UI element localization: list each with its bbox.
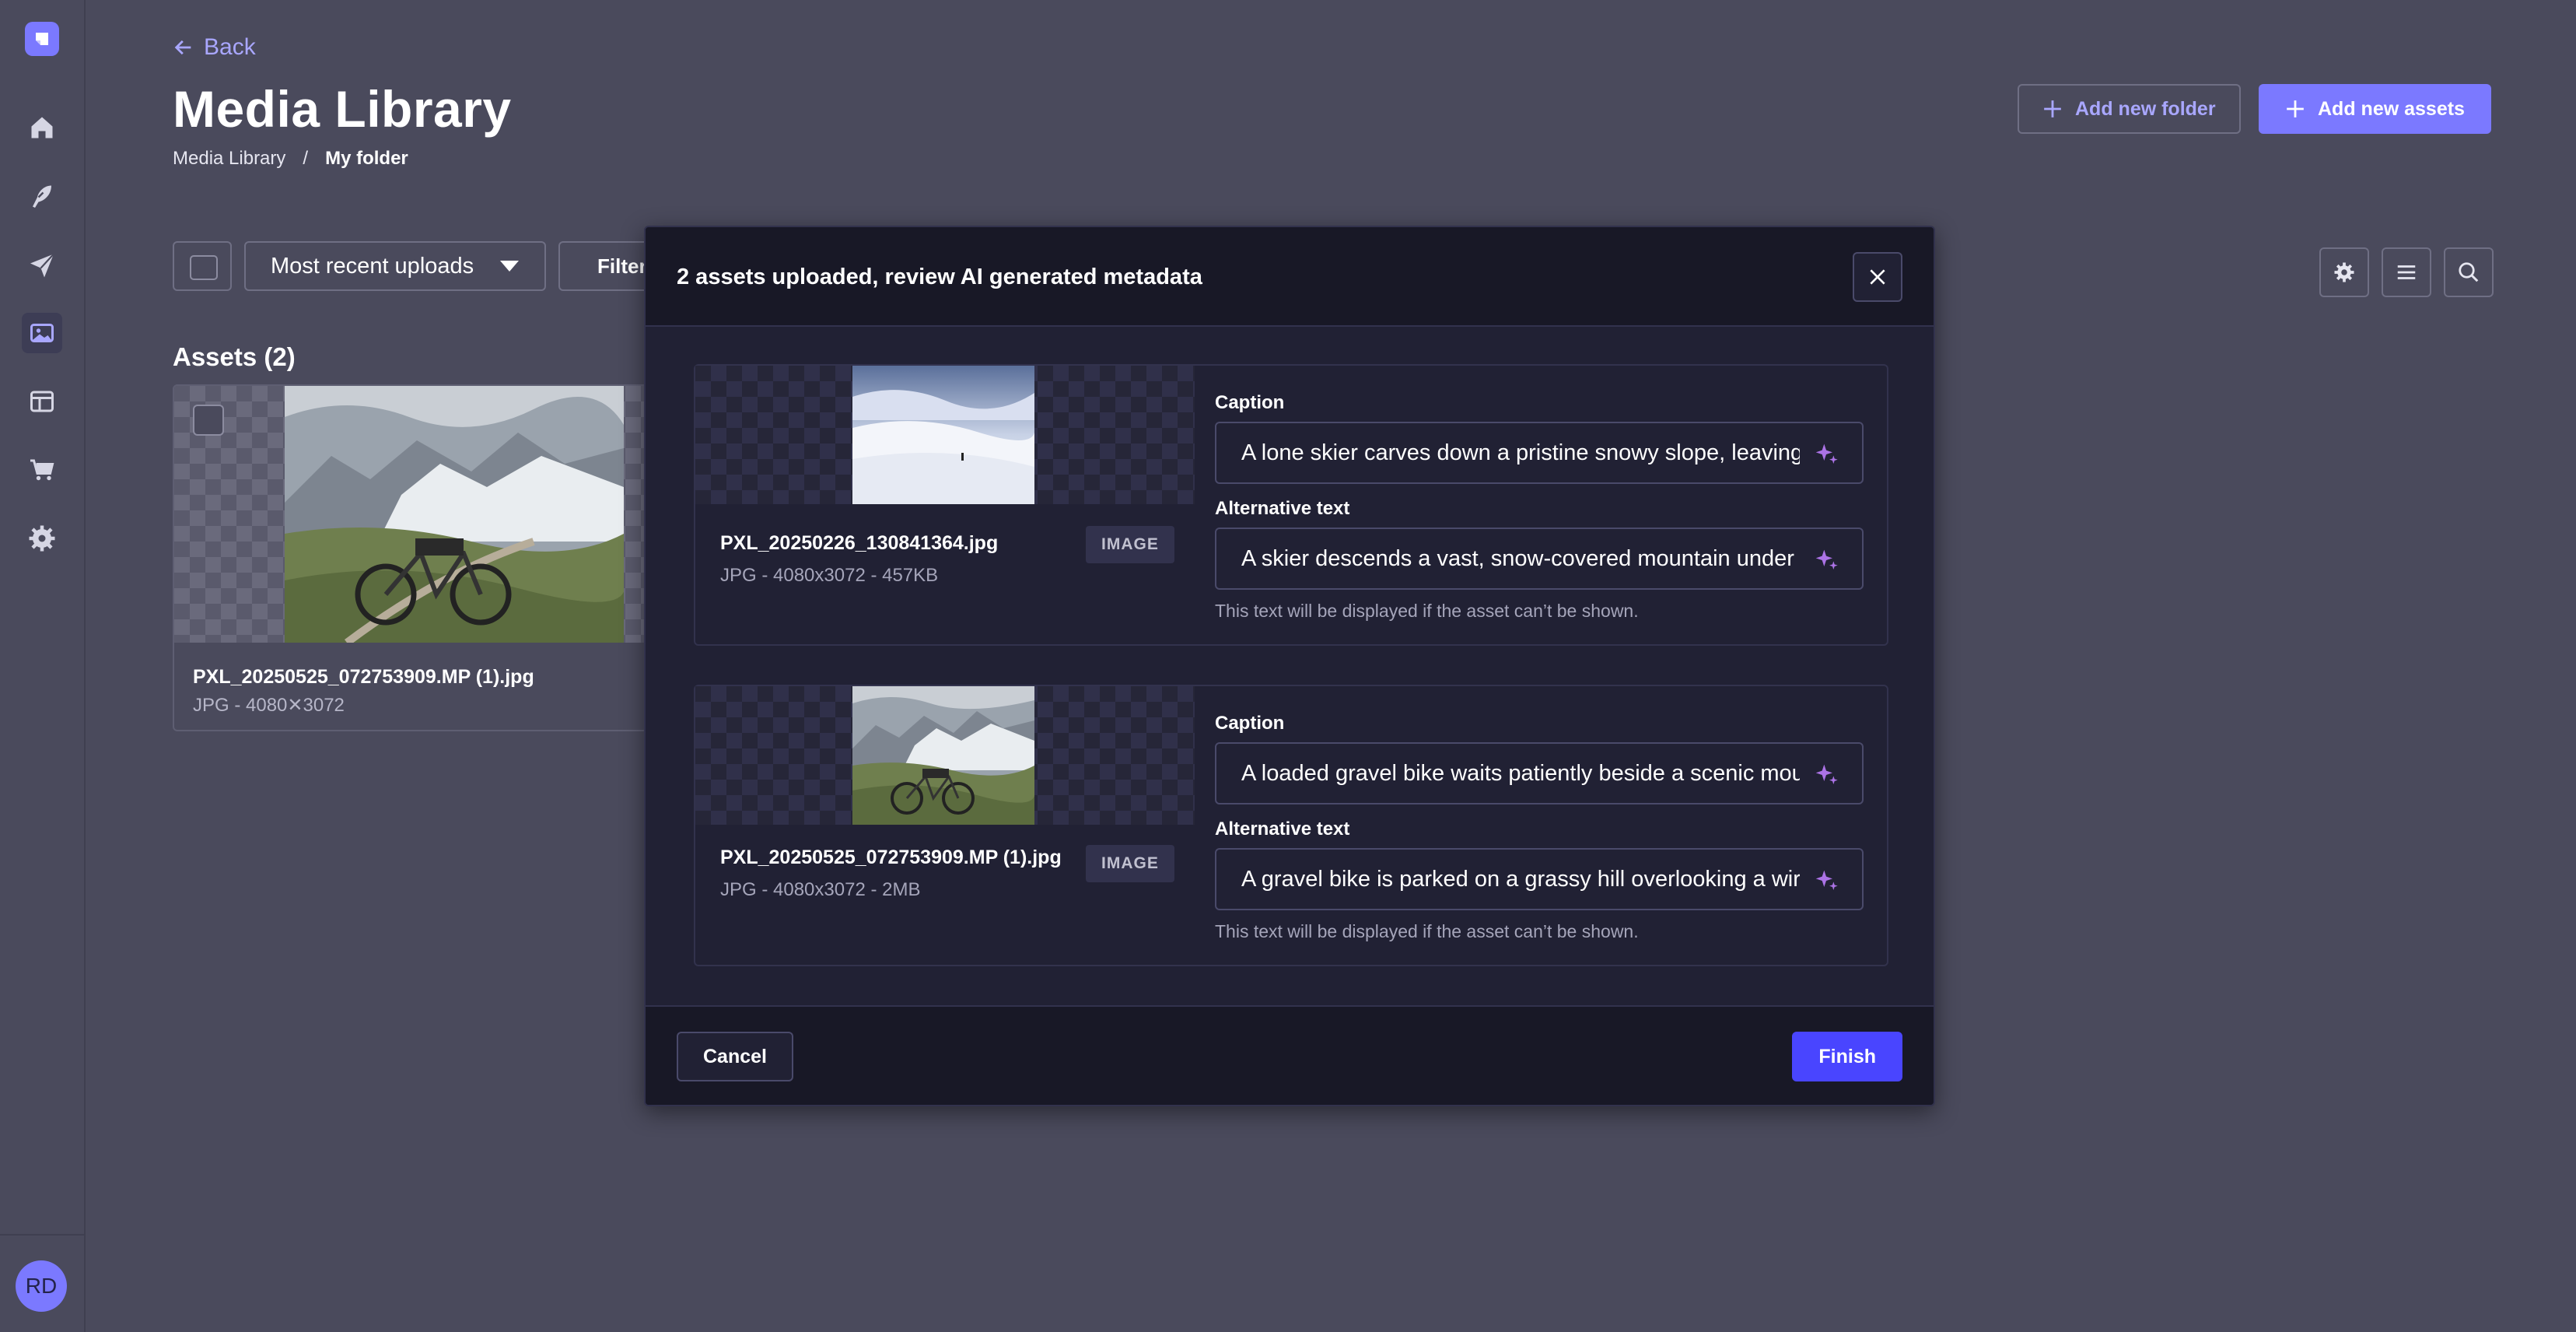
list-icon bbox=[2397, 265, 2416, 279]
asset-meta: JPG - 4080✕3072 bbox=[193, 695, 345, 716]
configure-view-button[interactable] bbox=[2319, 247, 2369, 297]
caption-label: Caption bbox=[1215, 713, 1285, 734]
nav-divider bbox=[0, 1234, 86, 1236]
arrow-left-icon bbox=[174, 40, 191, 55]
alt-text-hint: This text will be displayed if the asset… bbox=[1215, 921, 1639, 941]
home-icon[interactable] bbox=[22, 107, 62, 148]
plus-icon bbox=[2044, 100, 2061, 117]
close-button[interactable] bbox=[1853, 252, 1902, 302]
sort-select[interactable]: Most recent uploads bbox=[244, 241, 546, 291]
caption-field[interactable] bbox=[1215, 422, 1864, 484]
asset-row: PXL_20250525_072753909.MP (1).jpg JPG - … bbox=[694, 685, 1888, 966]
asset-thumbnail bbox=[174, 386, 661, 643]
filters-button[interactable]: Filters bbox=[558, 241, 652, 291]
finish-button[interactable]: Finish bbox=[1792, 1032, 1902, 1081]
dialog-title: 2 assets uploaded, review AI generated m… bbox=[677, 265, 1202, 289]
add-new-folder-button[interactable]: Add new folder bbox=[2018, 84, 2241, 134]
back-label: Back bbox=[204, 34, 256, 60]
alt-text-label: Alternative text bbox=[1215, 818, 1350, 840]
caption-label: Caption bbox=[1215, 392, 1285, 413]
cancel-button[interactable]: Cancel bbox=[677, 1032, 793, 1081]
media-library-icon[interactable] bbox=[22, 313, 62, 353]
breadcrumb-separator: / bbox=[303, 148, 309, 169]
close-icon bbox=[1870, 269, 1885, 285]
main-nav: RD bbox=[0, 0, 86, 1332]
gear-icon bbox=[2334, 262, 2354, 282]
asset-card[interactable]: PXL_20250525_072753909.MP (1).jpg JPG - … bbox=[173, 384, 663, 731]
add-new-assets-label: Add new assets bbox=[2318, 97, 2465, 120]
sort-select-value: Most recent uploads bbox=[271, 253, 474, 279]
ai-sparkle-icon[interactable] bbox=[1814, 548, 1839, 573]
caret-down-icon bbox=[500, 261, 519, 272]
caption-field[interactable] bbox=[1215, 742, 1864, 804]
add-new-assets-button[interactable]: Add new assets bbox=[2259, 84, 2491, 134]
alt-text-input[interactable] bbox=[1241, 866, 1800, 892]
dialog-header: 2 assets uploaded, review AI generated m… bbox=[646, 227, 1934, 327]
asset-checkbox[interactable] bbox=[193, 405, 224, 436]
asset-filename: PXL_20250525_072753909.MP (1).jpg bbox=[720, 847, 1062, 868]
alt-text-label: Alternative text bbox=[1215, 498, 1350, 519]
asset-meta: JPG - 4080x3072 - 2MB bbox=[720, 879, 921, 900]
asset-filename: PXL_20250226_130841364.jpg bbox=[720, 532, 999, 554]
asset-type-badge: IMAGE bbox=[1086, 526, 1174, 563]
plus-icon bbox=[2287, 100, 2304, 117]
alt-text-input[interactable] bbox=[1241, 545, 1800, 572]
alt-text-hint: This text will be displayed if the asset… bbox=[1215, 601, 1639, 621]
review-metadata-dialog: 2 assets uploaded, review AI generated m… bbox=[644, 226, 1935, 1106]
caption-input[interactable] bbox=[1241, 440, 1800, 466]
caption-input[interactable] bbox=[1241, 760, 1800, 787]
dialog-footer: Cancel Finish bbox=[646, 1005, 1934, 1105]
list-view-button[interactable] bbox=[2382, 247, 2431, 297]
ai-sparkle-icon[interactable] bbox=[1814, 868, 1839, 893]
breadcrumb-root[interactable]: Media Library bbox=[173, 148, 285, 170]
ai-sparkle-icon[interactable] bbox=[1814, 762, 1839, 787]
back-link[interactable]: Back bbox=[173, 34, 256, 61]
asset-preview bbox=[695, 366, 1195, 504]
alt-text-field[interactable] bbox=[1215, 848, 1864, 910]
content-type-builder-icon[interactable] bbox=[22, 381, 62, 422]
ai-sparkle-icon[interactable] bbox=[1814, 442, 1839, 467]
strapi-logo-icon[interactable] bbox=[25, 22, 59, 56]
search-button[interactable] bbox=[2444, 247, 2494, 297]
asset-row: PXL_20250226_130841364.jpg JPG - 4080x30… bbox=[694, 364, 1888, 646]
asset-preview bbox=[695, 686, 1195, 825]
asset-type-badge: IMAGE bbox=[1086, 845, 1174, 882]
gravel-bike-photo bbox=[852, 686, 1034, 825]
asset-meta: JPG - 4080x3072 - 457KB bbox=[720, 565, 939, 586]
breadcrumb-current: My folder bbox=[325, 148, 408, 169]
deploy-icon[interactable] bbox=[22, 244, 62, 285]
page-title: Media Library bbox=[173, 80, 512, 138]
gravel-bike-photo bbox=[285, 386, 624, 643]
skier-photo bbox=[852, 366, 1034, 504]
asset-name: PXL_20250525_072753909.MP (1).jpg bbox=[193, 666, 534, 688]
alt-text-field[interactable] bbox=[1215, 528, 1864, 590]
breadcrumb: Media Library / My folder bbox=[173, 148, 408, 170]
assets-heading: Assets (2) bbox=[173, 342, 296, 371]
search-icon bbox=[2459, 262, 2479, 282]
select-all-checkbox[interactable] bbox=[173, 241, 232, 291]
settings-icon[interactable] bbox=[22, 518, 62, 559]
user-avatar[interactable]: RD bbox=[16, 1260, 67, 1312]
add-new-folder-label: Add new folder bbox=[2075, 97, 2216, 120]
content-manager-icon[interactable] bbox=[22, 176, 62, 216]
marketplace-icon[interactable] bbox=[22, 450, 62, 490]
